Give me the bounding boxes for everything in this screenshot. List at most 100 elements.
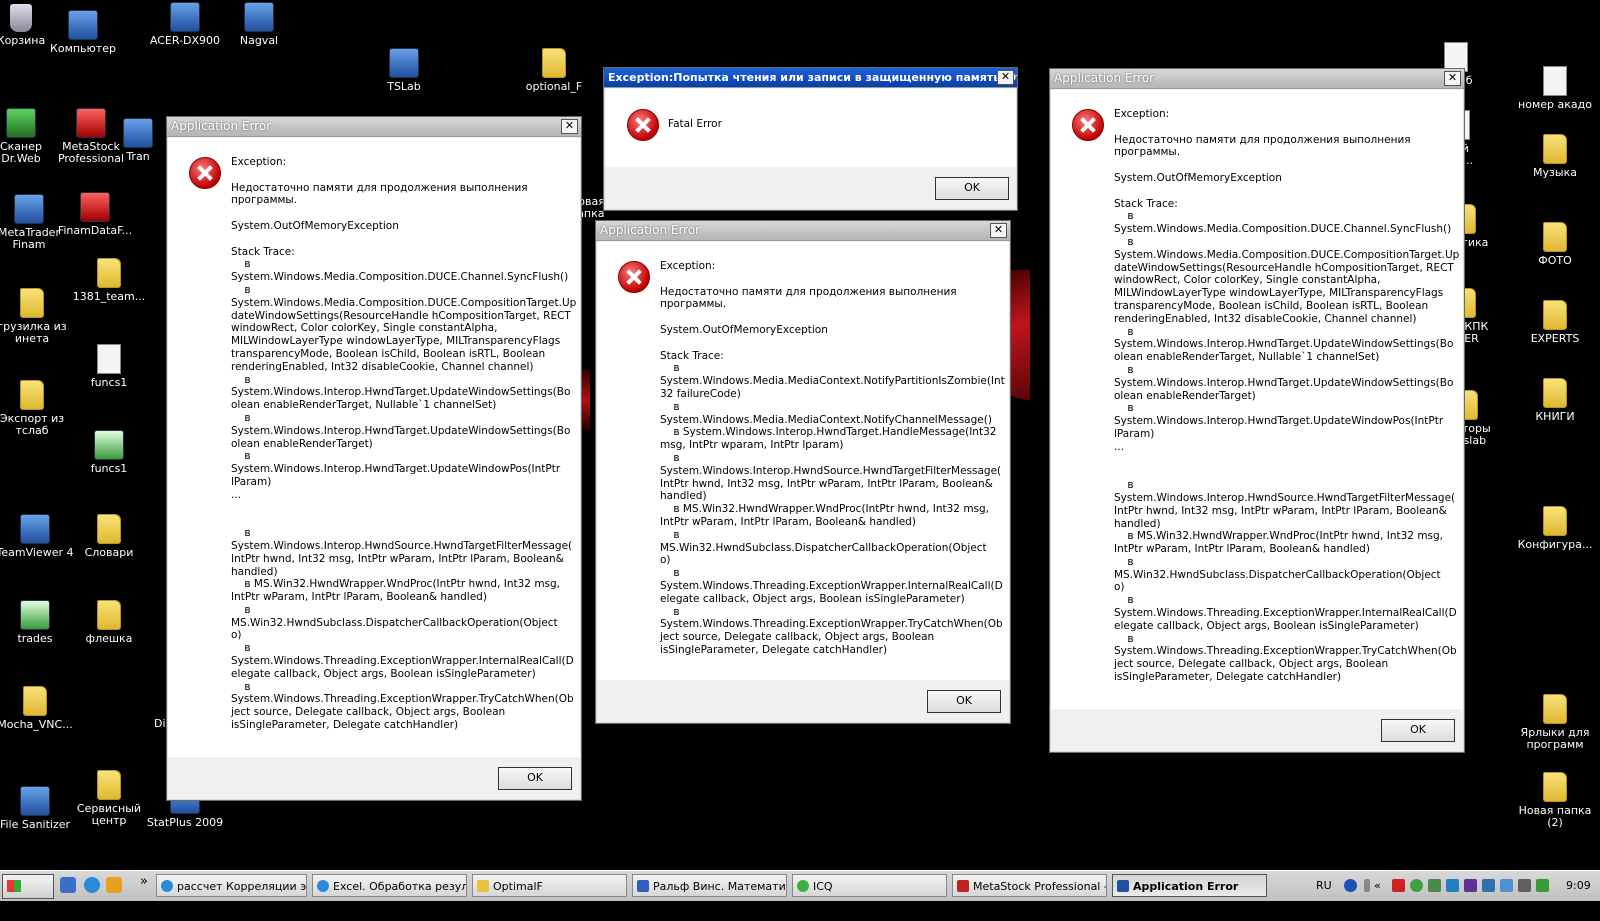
dialog-titlebar[interactable]: Application Error ✕: [596, 221, 1010, 241]
dialog-titlebar[interactable]: Application Error ✕: [167, 117, 581, 137]
desktop-icon-funcs1-xls[interactable]: funcs1: [70, 430, 148, 475]
quicklaunch-overflow[interactable]: »: [140, 874, 148, 889]
desktop-icon-teamviewer[interactable]: TeamViewer 4: [0, 514, 74, 559]
desktop-icon-service-center[interactable]: Сервисный центр: [70, 770, 148, 827]
desktop-icon-export-tslab[interactable]: Экспорт из тслаб: [0, 380, 71, 437]
desktop-icon-file-sanitizer[interactable]: File Sanitizer: [0, 786, 74, 831]
desktop-icon-muzyka[interactable]: Музыка: [1516, 134, 1594, 179]
folder-icon: [20, 380, 44, 410]
error-icon: [189, 157, 221, 189]
volume-icon[interactable]: [1364, 879, 1370, 892]
folder-icon: [542, 48, 566, 78]
desktop-icon-acer[interactable]: ACER-DX900: [146, 2, 224, 47]
taskbar: Пуск » рассчет Корреляции эк... Excel. О…: [0, 870, 1600, 916]
desktop-icon-1381-team[interactable]: 1381_team...: [70, 258, 148, 303]
error-message: Exception: Недостаточно памяти для продо…: [660, 260, 1005, 656]
system-tray: RU « 9:09: [1300, 874, 1600, 897]
icq-icon: [797, 880, 809, 892]
security-icon[interactable]: [1536, 879, 1549, 892]
fatal-error-dialog: Exception:Попытка чтения или записи в за…: [603, 67, 1018, 211]
dialog-titlebar[interactable]: Application Error ✕: [1050, 69, 1464, 89]
dialog-body: Exception: Недостаточно памяти для продо…: [168, 138, 580, 776]
ok-button[interactable]: OK: [927, 690, 1001, 713]
desktop-icon-nomer-akado[interactable]: номер акадо: [1516, 66, 1594, 111]
start-button[interactable]: Пуск: [2, 874, 54, 916]
dialog-footer: OK: [1051, 709, 1463, 751]
close-button[interactable]: ✕: [990, 223, 1007, 238]
finam-icon: [80, 192, 110, 222]
connection-icon[interactable]: [1500, 879, 1513, 892]
task-button[interactable]: рассчет Корреляции эк...: [156, 874, 307, 897]
media-player-icon[interactable]: [106, 877, 122, 893]
folder-icon: [1543, 378, 1567, 408]
folder-icon: [20, 288, 44, 318]
close-button[interactable]: ✕: [997, 70, 1014, 85]
desktop: Корзина Компьютер ACER-DX900 Nagval TSLa…: [0, 0, 1600, 870]
task-button[interactable]: Excel. Обработка резул...: [312, 874, 467, 897]
desktop-icon-mocha-vnc[interactable]: Mocha_VNC...: [0, 686, 74, 731]
monitor-icon[interactable]: [1482, 879, 1495, 892]
desktop-icon-tran[interactable]: Tran: [118, 118, 158, 163]
ie-icon[interactable]: [84, 877, 100, 893]
shortcut-icon: [244, 2, 274, 32]
ok-button[interactable]: OK: [1381, 719, 1455, 742]
drweb-tray-icon[interactable]: [1428, 879, 1441, 892]
task-button[interactable]: OptimalF: [472, 874, 627, 897]
desktop-icon-knigi[interactable]: КНИГИ: [1516, 378, 1594, 423]
ok-button[interactable]: OK: [935, 177, 1009, 200]
dialog-footer: OK: [168, 757, 580, 799]
folder-icon: [23, 686, 47, 716]
desktop-icon-nagval[interactable]: Nagval: [220, 2, 298, 47]
dialog-body: Exception: Недостаточно памяти для продо…: [1051, 90, 1463, 728]
folder-icon: [1543, 506, 1567, 536]
desktop-icon-slovari[interactable]: Словари: [70, 514, 148, 559]
application-error-dialog-left: Application Error ✕ Exception: Недостато…: [166, 116, 582, 801]
help-icon[interactable]: [1344, 879, 1357, 892]
desktop-icon-gruzilka[interactable]: грузилка из инета: [0, 288, 71, 345]
app-icon: [1117, 880, 1129, 892]
desktop-icon-tslab[interactable]: TSLab: [365, 48, 443, 93]
error-icon: [1072, 109, 1104, 141]
desktop-icon-konfigura[interactable]: Конфигура...: [1516, 506, 1594, 551]
error-icon: [618, 261, 650, 293]
desktop-icon-fleshka[interactable]: флешка: [70, 600, 148, 645]
finam-tray-icon[interactable]: [1392, 879, 1405, 892]
task-button[interactable]: Ральф Винс. Математи...: [632, 874, 787, 897]
error-message: Exception: Недостаточно памяти для продо…: [1114, 108, 1460, 684]
desktop-icon-computer[interactable]: Компьютер: [44, 10, 122, 55]
windows-logo-icon: [7, 880, 21, 892]
folder-icon: [97, 258, 121, 288]
task-button[interactable]: MetaStock Professional -...: [952, 874, 1107, 897]
network-icon[interactable]: [1446, 879, 1459, 892]
desktop-icon-drweb[interactable]: Сканер Dr.Web: [0, 108, 60, 165]
desktop-icon-optional-f[interactable]: optional_F: [515, 48, 593, 93]
task-button-active[interactable]: Application Error: [1112, 874, 1267, 897]
tray-collapse-button[interactable]: «: [1374, 879, 1381, 892]
dialog-title: Exception:Попытка чтения или записи в за…: [608, 71, 1017, 84]
speaker-icon[interactable]: [1518, 879, 1531, 892]
teamviewer-icon: [20, 514, 50, 544]
close-button[interactable]: ✕: [561, 119, 578, 134]
desktop-icon-experts[interactable]: EXPERTS: [1516, 300, 1594, 345]
desktop-icon-finamdata[interactable]: FinamDataF...: [56, 192, 134, 237]
drweb-icon: [6, 108, 36, 138]
document-icon: [97, 344, 121, 374]
icq-tray-icon[interactable]: [1410, 879, 1423, 892]
task-button[interactable]: ICQ: [792, 874, 947, 897]
dialog-titlebar[interactable]: Exception:Попытка чтения или записи в за…: [604, 68, 1017, 88]
desktop-icon-funcs1-doc[interactable]: funcs1: [70, 344, 148, 389]
shortcut-icon: [170, 2, 200, 32]
ok-button[interactable]: OK: [498, 767, 572, 790]
close-button[interactable]: ✕: [1444, 71, 1461, 86]
language-indicator[interactable]: RU: [1316, 879, 1332, 892]
desktop-icon-yarlyki[interactable]: Ярлыки для программ: [1516, 694, 1594, 751]
folder-icon: [1543, 772, 1567, 802]
desktop-icon-trades[interactable]: trades: [0, 600, 74, 645]
spider-icon[interactable]: [1464, 879, 1477, 892]
error-icon: [627, 109, 659, 141]
show-desktop-icon[interactable]: [60, 877, 76, 893]
desktop-icon-new-folder-2[interactable]: Новая папка (2): [1516, 772, 1594, 829]
excel-icon: [94, 430, 124, 460]
clock[interactable]: 9:09: [1566, 879, 1591, 892]
desktop-icon-foto[interactable]: ФОТО: [1516, 222, 1594, 267]
